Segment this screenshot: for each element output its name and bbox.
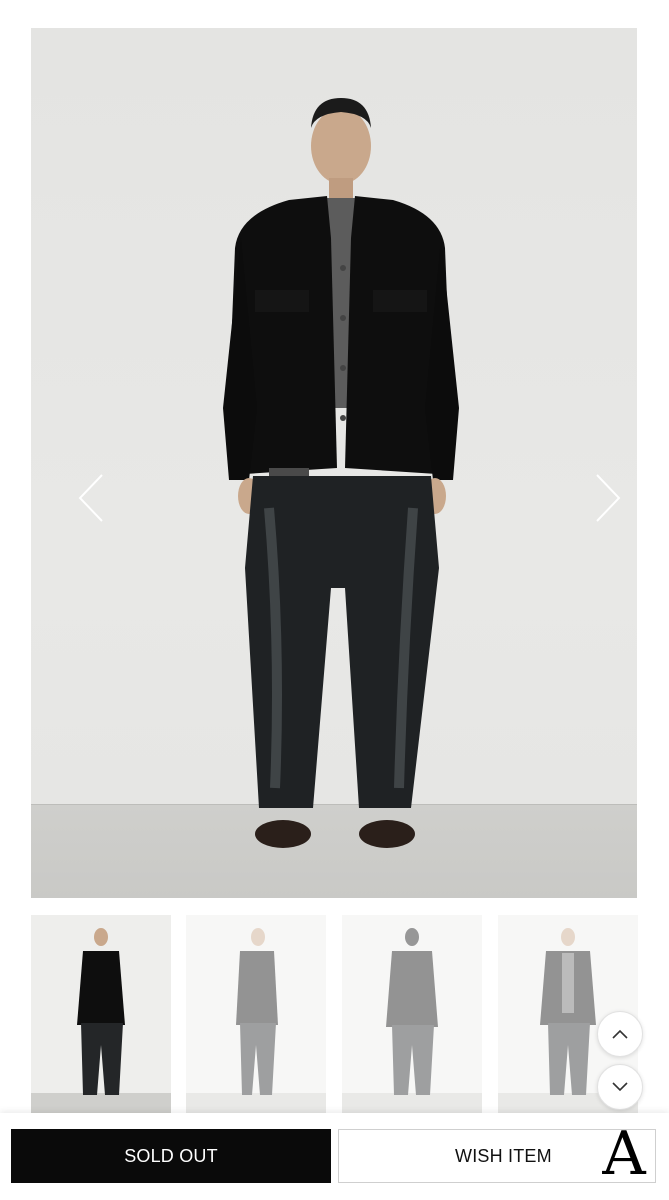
thumbnail-back-image [342,928,482,1115]
sold-out-button[interactable]: SOLD OUT [11,1129,331,1183]
scroll-up-button[interactable] [597,1011,643,1057]
chevron-right-icon [596,474,621,522]
thumbnail-side[interactable] [186,915,326,1115]
thumbnail-strip [31,915,638,1115]
model-figure [223,98,459,848]
thumbnail-back[interactable] [342,915,482,1115]
thumbnail-front-image [31,928,171,1115]
product-main-image[interactable] [31,28,637,898]
scroll-down-button[interactable] [597,1064,643,1110]
next-image-button[interactable] [588,468,628,528]
brand-logo[interactable]: A [596,1123,652,1185]
prev-image-button[interactable] [71,468,111,528]
chevron-down-icon [612,1082,628,1092]
thumbnail-front[interactable] [31,915,171,1115]
bottom-action-bar: SOLD OUT WISH ITEM A [0,1113,669,1200]
thumbnail-side-image [186,928,326,1115]
chevron-up-icon [612,1029,628,1039]
chevron-left-icon [78,474,103,522]
